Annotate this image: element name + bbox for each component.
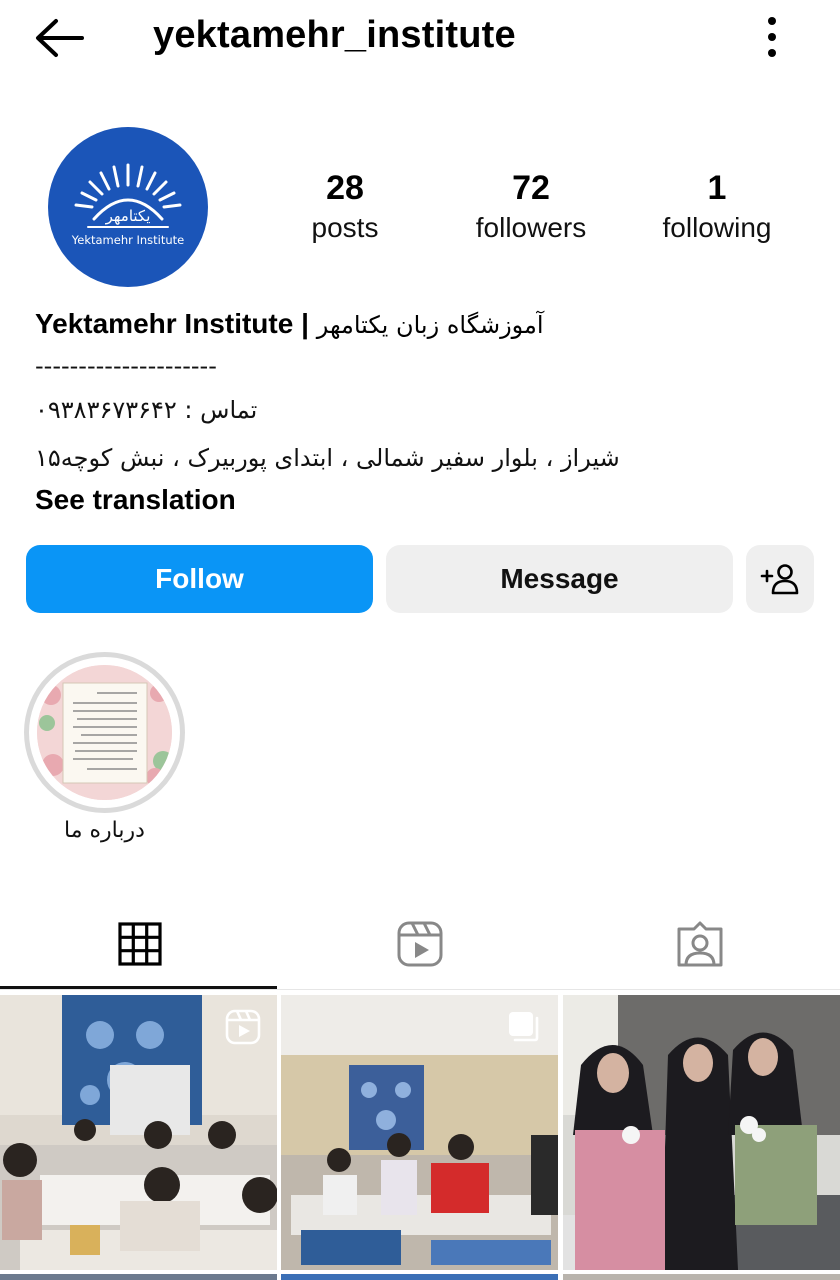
stat-label: followers xyxy=(475,212,587,243)
message-button[interactable]: Message xyxy=(386,545,733,613)
content-tabs xyxy=(0,897,840,991)
bio-display-name: Yektamehr Institute | آموزشگاه زبان یکتا… xyxy=(35,305,544,344)
tab-tagged[interactable] xyxy=(560,897,840,991)
avatar-persian-text: یکتامهر xyxy=(105,207,151,225)
stat-value: 1 xyxy=(707,169,727,207)
grid-icon xyxy=(118,922,162,966)
reels-icon xyxy=(397,921,443,967)
bio-name-english: Yektamehr Institute | xyxy=(35,308,309,339)
arrow-left-icon xyxy=(36,19,84,57)
story-highlight[interactable] xyxy=(24,652,185,813)
carousel-icon xyxy=(509,1012,539,1042)
bio-name-persian: آموزشگاه زبان یکتامهر xyxy=(316,311,544,339)
bio-separator: --------------------- xyxy=(35,352,217,380)
highlight-label: درباره ما xyxy=(64,818,145,843)
post-thumbnail-row-edge xyxy=(0,1274,277,1280)
back-button[interactable] xyxy=(34,18,86,58)
post-thumbnail[interactable] xyxy=(563,995,840,1270)
avatar-english-text: Yektamehr Institute xyxy=(71,233,185,247)
post-thumbnail[interactable] xyxy=(0,995,277,1270)
reels-badge xyxy=(225,1009,261,1045)
more-options-button[interactable] xyxy=(752,14,792,60)
vertical-dots-icon xyxy=(768,17,776,57)
following-count[interactable]: 1 following xyxy=(627,166,807,246)
bio-contact: تماس : ۰۹۳۸۳۶۷۳۶۴۲ xyxy=(35,396,258,424)
group-photo xyxy=(563,995,840,1270)
profile-username: yektamehr_institute xyxy=(153,14,516,56)
tagged-icon xyxy=(677,921,723,967)
tab-posts-grid[interactable] xyxy=(0,897,280,991)
document-thumbnail-icon xyxy=(37,665,172,800)
see-translation-link[interactable]: See translation xyxy=(35,482,236,518)
stat-label: posts xyxy=(311,212,379,243)
post-thumbnail-row-edge xyxy=(563,1274,840,1280)
followers-count[interactable]: 72 followers xyxy=(441,166,621,246)
stat-label: following xyxy=(662,212,772,243)
stat-value: 72 xyxy=(512,169,550,207)
top-bar: yektamehr_institute xyxy=(0,0,840,76)
follow-button[interactable]: Follow xyxy=(26,545,373,613)
stat-value: 28 xyxy=(326,169,364,207)
profile-avatar[interactable]: یکتامهر Yektamehr Institute xyxy=(48,127,208,287)
bio-address: شیراز ، بلوار سفیر شمالی ، ابتدای پوربیر… xyxy=(35,444,620,472)
highlight-thumbnail xyxy=(37,665,172,800)
add-user-icon xyxy=(760,564,799,595)
carousel-badge xyxy=(506,1009,542,1045)
tab-reels[interactable] xyxy=(280,897,560,991)
post-thumbnail[interactable] xyxy=(281,995,558,1270)
reels-icon xyxy=(225,1009,261,1045)
suggest-user-button[interactable] xyxy=(746,545,814,613)
post-thumbnail-row-edge xyxy=(281,1274,558,1280)
tab-divider xyxy=(0,989,840,990)
posts-count[interactable]: 28 posts xyxy=(255,166,435,246)
